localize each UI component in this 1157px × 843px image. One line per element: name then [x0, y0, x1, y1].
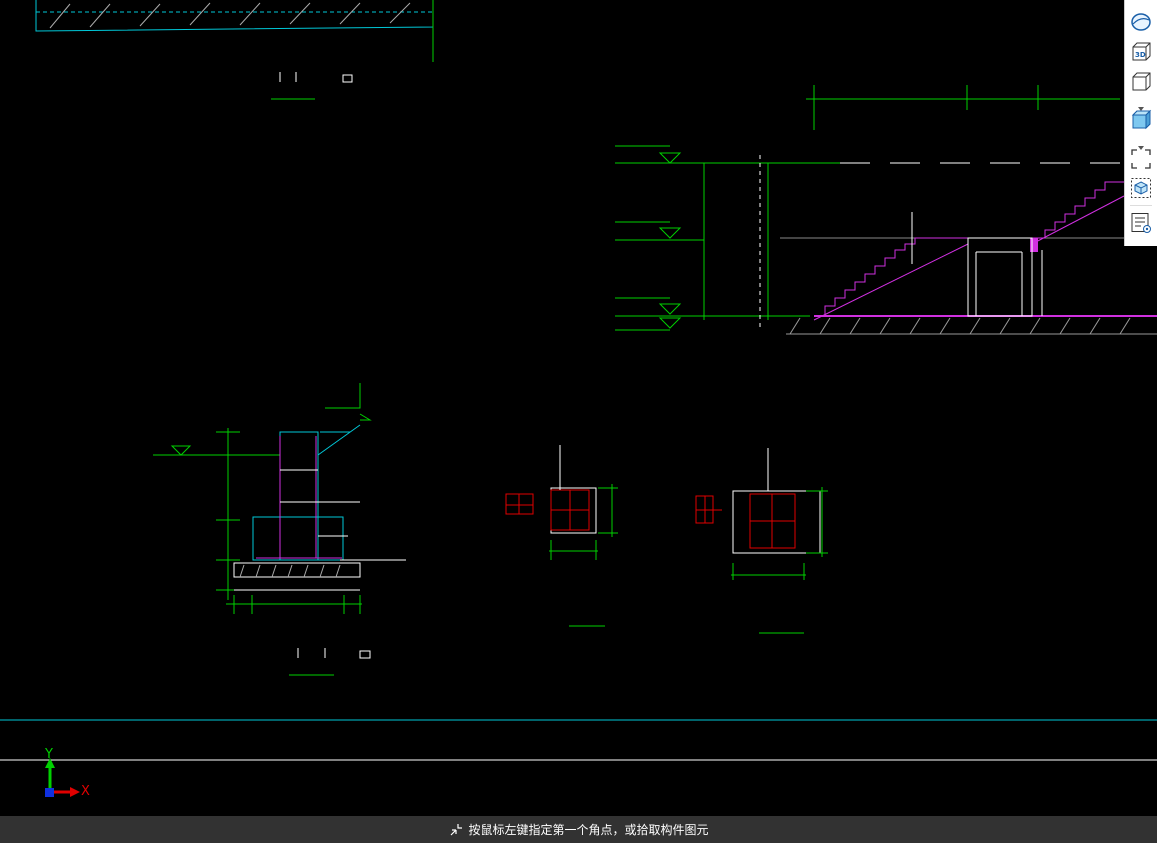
toolbar-divider — [1130, 205, 1152, 206]
box-view-icon[interactable] — [1129, 70, 1153, 94]
y-axis-label: Y — [45, 747, 53, 762]
3d-view-icon[interactable]: 3D — [1129, 40, 1153, 64]
shaded-box-icon[interactable] — [1129, 108, 1153, 132]
x-axis-label: X — [81, 784, 90, 799]
chevron-down-icon[interactable] — [1136, 97, 1146, 111]
chevron-down-icon[interactable] — [1136, 136, 1146, 150]
fit-frame-icon[interactable] — [1129, 147, 1153, 171]
status-prompt: 按鼠标左键指定第一个角点，或拾取构件图元 — [468, 823, 709, 837]
orbit-icon[interactable] — [1129, 10, 1153, 34]
status-bar: 按鼠标左键指定第一个角点，或拾取构件图元 — [0, 816, 1157, 843]
drawing-canvas[interactable] — [0, 0, 1157, 816]
properties-icon[interactable] — [1129, 211, 1153, 235]
svg-text:3D: 3D — [1135, 51, 1146, 59]
view-toolbar: 3D — [1124, 0, 1157, 246]
component-view-icon[interactable] — [1129, 176, 1153, 200]
ucs-axis-indicator: Y X — [40, 748, 100, 804]
pick-point-icon — [451, 823, 463, 835]
